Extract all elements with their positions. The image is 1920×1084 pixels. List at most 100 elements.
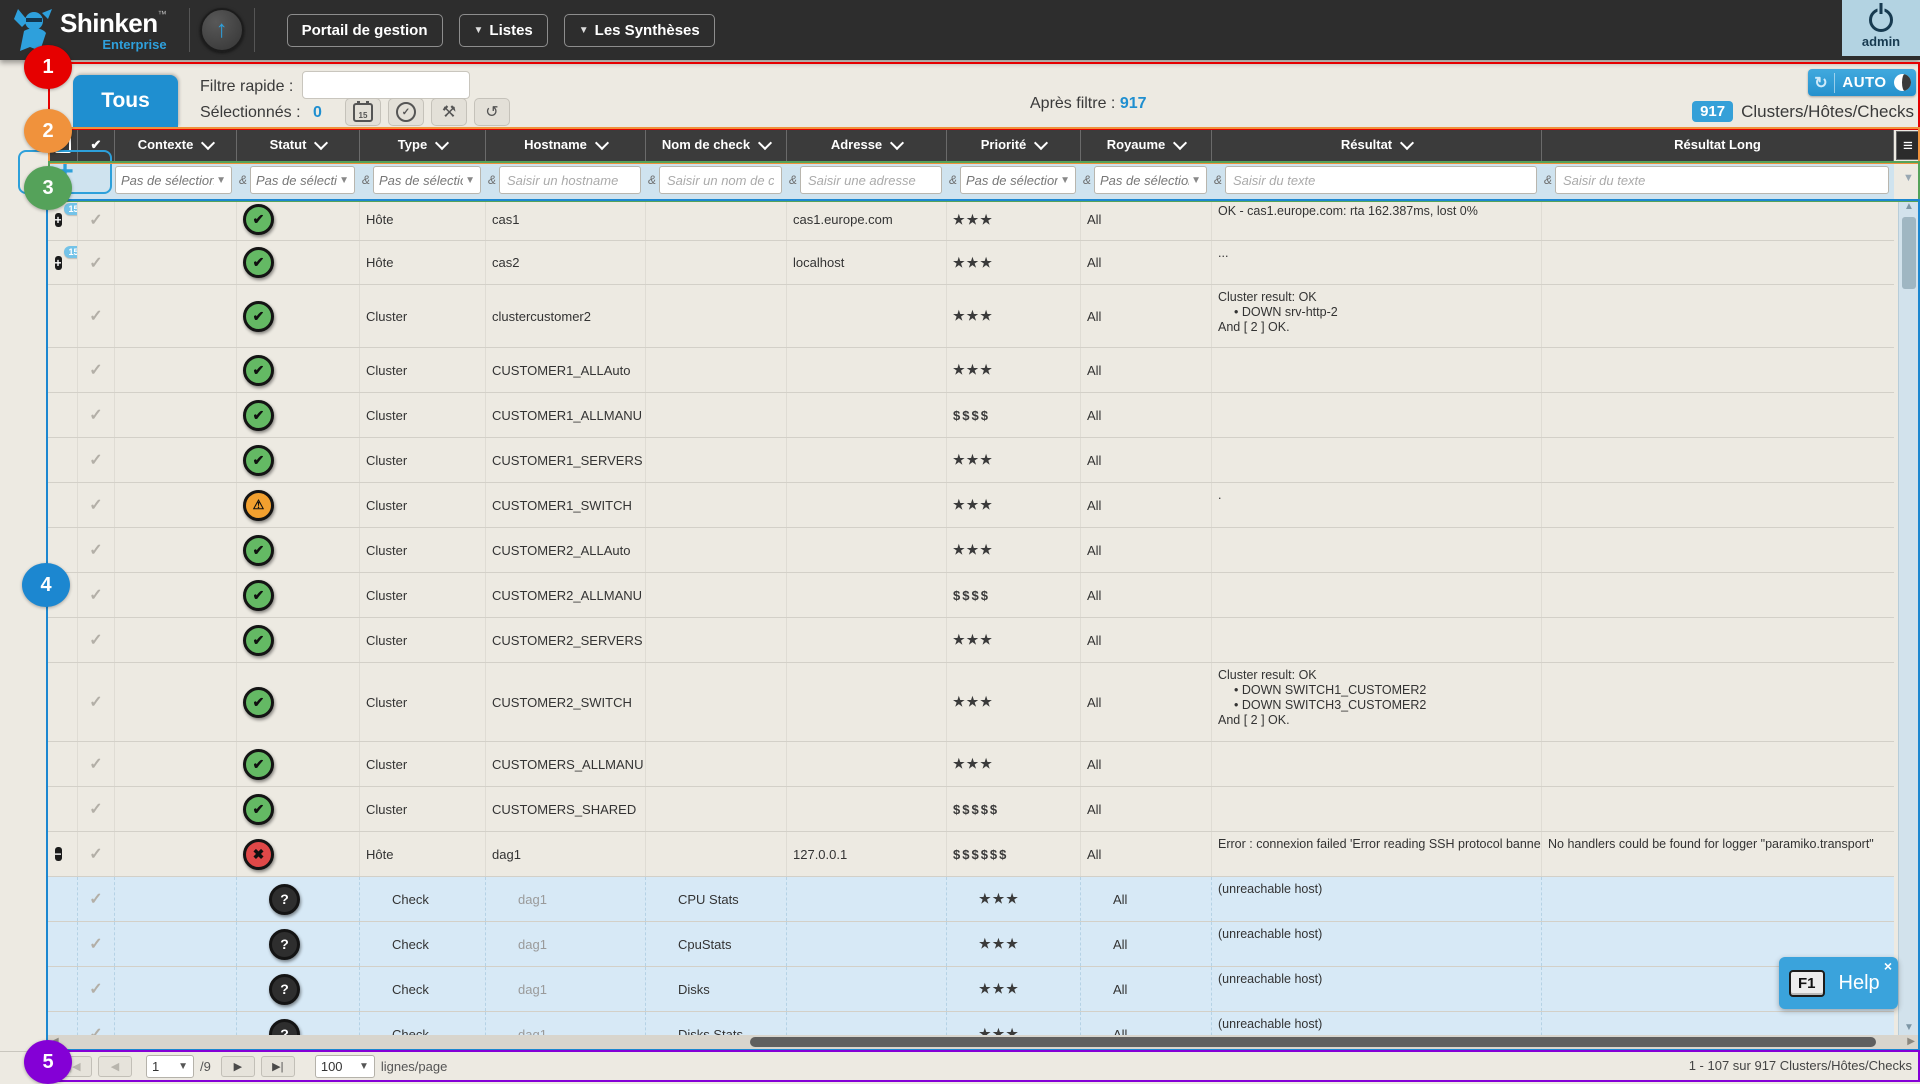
table-row-customer1-allauto[interactable]: ✓✔ClusterCUSTOMER1_ALLAuto★★★All <box>48 348 1894 393</box>
prev-page-button[interactable]: ◀ <box>98 1056 132 1077</box>
filter-input-nom-de-check[interactable] <box>665 172 776 189</box>
row-check-icon[interactable]: ✓ <box>89 360 102 380</box>
column-header-nom-de-check[interactable]: Nom de check <box>646 128 787 161</box>
brand-name: Shinken <box>60 8 158 38</box>
row-check-icon[interactable]: ✓ <box>89 306 102 326</box>
column-header-type[interactable]: Type <box>360 128 486 161</box>
tools-button[interactable]: ⚒ <box>431 98 467 126</box>
table-row-customers-allmanu[interactable]: ✓✔ClusterCUSTOMERS_ALLMANU★★★All <box>48 742 1894 787</box>
nav-portail-de-gestion[interactable]: Portail de gestion <box>287 14 443 47</box>
acknowledge-button[interactable]: ✓ <box>388 98 424 126</box>
column-menu-button[interactable]: ≡ <box>1896 131 1920 160</box>
row-check-icon[interactable]: ✓ <box>89 210 102 230</box>
filter-select-priorite[interactable]: Pas de sélection▼ <box>960 166 1076 194</box>
table-row-disks-stats[interactable]: ✓?Checkdag1Disks Stats★★★All(unreachable… <box>48 1012 1894 1035</box>
nav-les-synth-ses[interactable]: ▼Les Synthèses <box>564 14 715 47</box>
row-check-icon[interactable]: ✓ <box>89 540 102 560</box>
auto-label: AUTO <box>1835 74 1894 91</box>
filter-input-resultat-long[interactable] <box>1561 172 1883 189</box>
table-row-customer1-servers[interactable]: ✓✔ClusterCUSTOMER1_SERVERS★★★All <box>48 438 1894 483</box>
table-row-customer1-switch[interactable]: ✓⚠ClusterCUSTOMER1_SWITCH★★★All. <box>48 483 1894 528</box>
column-header-statut[interactable]: Statut <box>237 128 360 161</box>
auto-refresh-toggle[interactable]: ↻ AUTO <box>1808 69 1916 96</box>
table-row-customer2-allmanu[interactable]: ✓✔ClusterCUSTOMER2_ALLMANU$$$$All <box>48 573 1894 618</box>
nav-listes[interactable]: ▼Listes <box>459 14 548 47</box>
admin-menu[interactable]: admin <box>1842 0 1920 56</box>
reset-button[interactable]: ↺ <box>474 98 510 126</box>
column-header-hostname[interactable]: Hostname <box>486 128 646 161</box>
column-header-adresse[interactable]: Adresse <box>787 128 947 161</box>
first-page-button[interactable]: |◀ <box>58 1056 92 1077</box>
table-row-clustercustomer2[interactable]: ✓✔Clusterclustercustomer2★★★AllCluster r… <box>48 285 1894 348</box>
table-row-customers-shared[interactable]: ✓✔ClusterCUSTOMERS_SHARED$$$$$All <box>48 787 1894 832</box>
scroll-up-arrow[interactable]: ▲ <box>1899 201 1919 212</box>
last-page-button[interactable]: ▶| <box>261 1056 295 1077</box>
filter-input-hostname[interactable] <box>505 172 635 189</box>
table-row-customer2-allauto[interactable]: ✓✔ClusterCUSTOMER2_ALLAuto★★★All <box>48 528 1894 573</box>
filter-select-contexte[interactable]: Pas de sélection▼ <box>115 166 232 194</box>
row-check-icon[interactable]: ✓ <box>89 630 102 650</box>
expand-icon[interactable]: + <box>55 213 62 227</box>
row-check-icon[interactable]: ✓ <box>89 889 102 909</box>
filter-input-resultat[interactable] <box>1231 172 1531 189</box>
column-header-r-sultat[interactable]: Résultat <box>1212 128 1542 161</box>
filter-select-statut[interactable]: Pas de sélection▼ <box>250 166 355 194</box>
row-check-icon[interactable]: ✓ <box>89 585 102 605</box>
add-tab-button[interactable]: + <box>18 150 112 194</box>
table-row-cpu-stats[interactable]: ✓?Checkdag1CPU Stats★★★All(unreachable h… <box>48 877 1894 922</box>
filter-select-type[interactable]: Pas de sélection▼ <box>373 166 481 194</box>
filter-scroll-arrow[interactable]: ▼ <box>1903 172 1914 184</box>
page-select[interactable]: 1▼ <box>146 1055 194 1078</box>
scroll-left-arrow[interactable]: ◀ <box>51 1036 59 1047</box>
row-check-icon[interactable]: ✓ <box>89 799 102 819</box>
table-row-customer1-allmanu[interactable]: ✓✔ClusterCUSTOMER1_ALLMANU$$$$All <box>48 393 1894 438</box>
page-size-select[interactable]: 100▼ <box>315 1055 375 1078</box>
row-check-icon[interactable]: ✓ <box>89 450 102 470</box>
scroll-right-arrow[interactable]: ▶ <box>1907 1036 1915 1047</box>
table-row-dag1[interactable]: −✓✖Hôtedag1127.0.0.1$$$$$$AllError : con… <box>48 832 1894 877</box>
realm-value: All <box>1113 1027 1127 1036</box>
horizontal-scrollbar[interactable]: ◀ ▶ <box>48 1035 1918 1049</box>
table-row-cpustats[interactable]: ✓?Checkdag1CpuStats★★★All(unreachable ho… <box>48 922 1894 967</box>
schedule-button[interactable]: 15 <box>345 98 381 126</box>
expand-icon[interactable]: + <box>55 256 62 270</box>
table-row-customer2-switch[interactable]: ✓✔ClusterCUSTOMER2_SWITCH★★★AllCluster r… <box>48 663 1894 742</box>
column-header-royaume[interactable]: Royaume <box>1081 128 1212 161</box>
realm-value: All <box>1087 498 1101 513</box>
table-row-customer2-servers[interactable]: ✓✔ClusterCUSTOMER2_SERVERS★★★All <box>48 618 1894 663</box>
row-check-icon[interactable]: ✓ <box>89 1024 102 1035</box>
scroll-top-button[interactable]: ↑ <box>200 8 244 52</box>
tab-tous[interactable]: Tous <box>73 75 178 127</box>
priority-cell: ★★★ <box>947 742 1081 786</box>
table-row-cas2[interactable]: +15✓✔Hôtecas2localhost★★★All... <box>48 241 1894 285</box>
vertical-scrollbar[interactable]: ▲ ▼ <box>1898 199 1919 1035</box>
row-check-icon[interactable]: ✓ <box>89 495 102 515</box>
row-check-icon[interactable]: ✓ <box>89 844 102 864</box>
row-check-icon[interactable]: ✓ <box>89 692 102 712</box>
scroll-down-arrow[interactable]: ▼ <box>1899 1022 1919 1033</box>
result-long-cell <box>1542 787 1894 831</box>
row-check-icon[interactable]: ✓ <box>89 405 102 425</box>
row-check-icon[interactable]: ✓ <box>89 754 102 774</box>
column-header-contexte[interactable]: Contexte <box>115 128 237 161</box>
column-header-priorit-[interactable]: Priorité <box>947 128 1081 161</box>
result-line: (unreachable host) <box>1218 1017 1535 1032</box>
column-header-r-sultat-long[interactable]: Résultat Long <box>1542 128 1894 161</box>
vertical-scroll-thumb[interactable] <box>1902 217 1916 289</box>
horizontal-scroll-thumb[interactable] <box>750 1037 1876 1047</box>
next-page-button[interactable]: ▶ <box>221 1056 255 1077</box>
filter-select-royaume[interactable]: Pas de sélection▼ <box>1094 166 1207 194</box>
filter-input-adresse[interactable] <box>806 172 936 189</box>
statut-cell: ✔ <box>237 199 360 240</box>
close-icon[interactable]: × <box>1884 958 1892 974</box>
row-check-icon[interactable]: ✓ <box>89 253 102 273</box>
help-popup[interactable]: × F1 Help <box>1779 957 1898 1009</box>
quick-filter-input[interactable] <box>302 71 470 99</box>
result-long-value: No handlers could be found for logger "p… <box>1548 837 1888 852</box>
row-check-icon[interactable]: ✓ <box>89 979 102 999</box>
table-row-cas1[interactable]: +15✓✔Hôtecas1cas1.europe.com★★★AllOK - c… <box>48 199 1894 241</box>
collapse-icon[interactable]: − <box>55 847 62 861</box>
hostname-cell: dag1 <box>486 832 646 876</box>
row-check-icon[interactable]: ✓ <box>89 934 102 954</box>
table-row-disks[interactable]: ✓?Checkdag1Disks★★★All(unreachable host) <box>48 967 1894 1012</box>
